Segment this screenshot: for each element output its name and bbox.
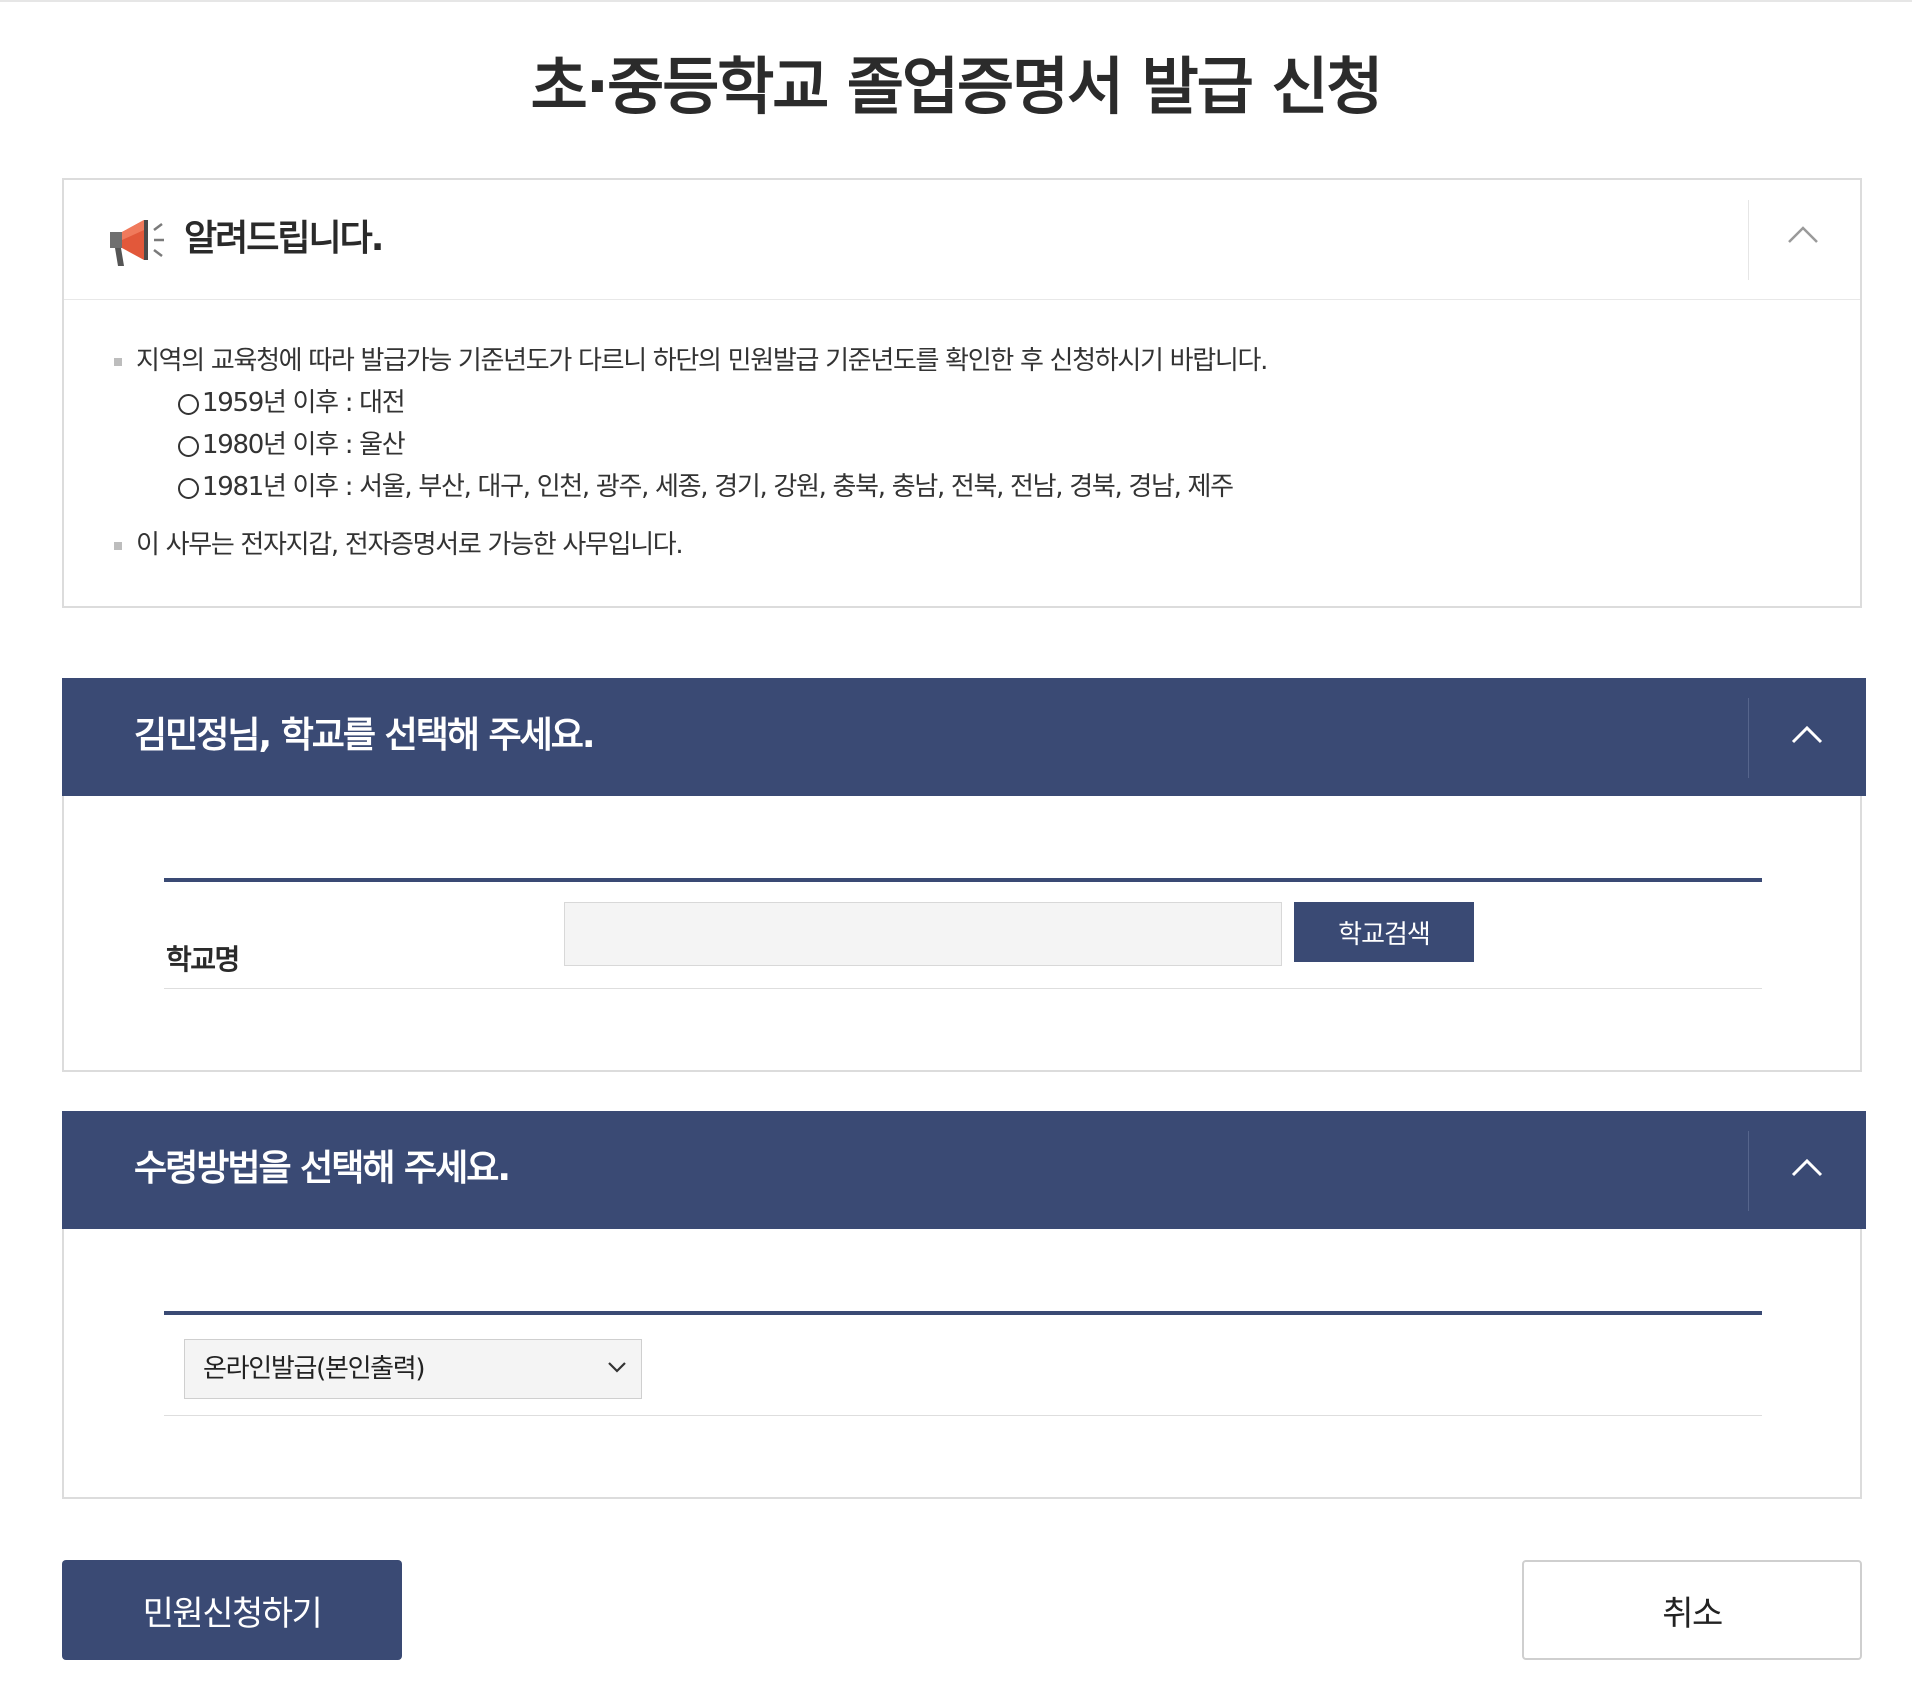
school-table-top-rule (164, 878, 1762, 882)
top-divider (0, 0, 1912, 2)
school-name-input[interactable] (564, 902, 1282, 966)
notice-sub-item: 1980년 이후 : 울산 (114, 424, 1814, 466)
receipt-method-section: 수령방법을 선택해 주세요. 온라인발급(본인출력) (62, 1111, 1866, 1499)
notice-body: 지역의 교육청에 따라 발급가능 기준년도가 다르니 하단의 민원발급 기준년도… (114, 340, 1814, 566)
notice-item: 지역의 교육청에 따라 발급가능 기준년도가 다르니 하단의 민원발급 기준년도… (114, 340, 1814, 382)
receipt-section-title: 수령방법을 선택해 주세요. (134, 1148, 511, 1189)
cancel-button[interactable]: 취소 (1522, 1560, 1862, 1660)
chevron-up-icon (1791, 725, 1823, 744)
notice-item: 이 사무는 전자지갑, 전자증명서로 가능한 사무입니다. (114, 524, 1814, 566)
chevron-down-icon (608, 1362, 626, 1373)
receipt-row-divider (164, 1415, 1762, 1416)
school-row-divider (164, 988, 1762, 989)
receipt-method-selected: 온라인발급(본인출력) (203, 1354, 426, 1384)
notice-title: 알려드립니다. (184, 218, 384, 259)
megaphone-icon (102, 210, 166, 270)
school-section-title: 김민정님, 학교를 선택해 주세요. (134, 715, 596, 756)
page-title: 초·중등학교 졸업증명서 발급 신청 (530, 50, 1384, 123)
school-section-collapse-button[interactable] (1748, 698, 1866, 778)
notice-header: 알려드립니다. (64, 180, 1860, 300)
school-section-header: 김민정님, 학교를 선택해 주세요. (62, 678, 1866, 796)
school-search-button[interactable]: 학교검색 (1294, 902, 1474, 962)
receipt-table-top-rule (164, 1311, 1762, 1315)
notice-sub-item: 1981년 이후 : 서울, 부산, 대구, 인천, 광주, 세종, 경기, 강… (114, 466, 1814, 508)
chevron-up-icon (1788, 226, 1818, 243)
notice-sub-item: 1959년 이후 : 대전 (114, 382, 1814, 424)
receipt-section-collapse-button[interactable] (1748, 1131, 1866, 1211)
notice-collapse-button[interactable] (1748, 200, 1860, 280)
chevron-up-icon (1791, 1158, 1823, 1177)
school-section: 김민정님, 학교를 선택해 주세요. 학교명 학교검색 (62, 678, 1866, 1072)
receipt-method-select[interactable]: 온라인발급(본인출력) (184, 1339, 642, 1399)
submit-application-button[interactable]: 민원신청하기 (62, 1560, 402, 1660)
receipt-section-header: 수령방법을 선택해 주세요. (62, 1111, 1866, 1229)
school-name-label: 학교명 (166, 943, 240, 976)
notice-panel: 알려드립니다. 지역의 교육청에 따라 발급가능 기준년도가 다르니 하단의 민… (62, 178, 1862, 608)
